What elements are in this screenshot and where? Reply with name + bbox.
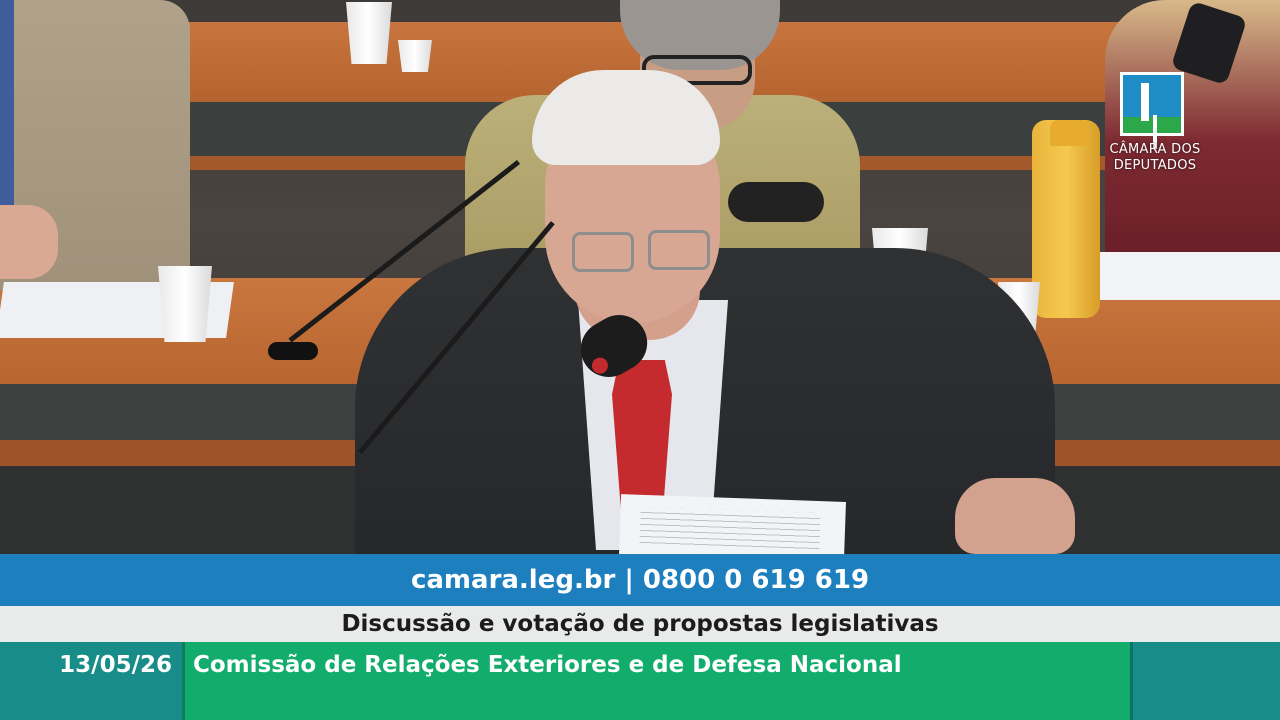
camara-logo-icon: [1120, 72, 1184, 136]
water-bottle: [1032, 120, 1100, 318]
cup: [158, 266, 212, 342]
committee-text: Comissão de Relações Exteriores e de Def…: [193, 652, 902, 678]
video-frame: CÂMARA DOS DEPUTADOS: [0, 0, 1280, 554]
camara-logo: CÂMARA DOS DEPUTADOS: [1100, 72, 1210, 182]
speaker-hair: [532, 70, 720, 165]
speech-paper-text: [639, 506, 821, 554]
contact-bar: camara.leg.br | 0800 0 619 619: [0, 554, 1280, 606]
logo-line-2: DEPUTADOS: [1113, 158, 1197, 173]
cup: [346, 2, 392, 64]
left-person-hand: [0, 205, 58, 279]
cup: [398, 40, 432, 72]
papers: [1100, 252, 1280, 300]
committee-box: Comissão de Relações Exteriores e de Def…: [182, 642, 1130, 720]
contact-text: camara.leg.br | 0800 0 619 619: [410, 565, 870, 595]
speaker-glasses: [648, 230, 710, 270]
topic-bar: Discussão e votação de propostas legisla…: [0, 606, 1280, 642]
date-text: 13/05/26: [59, 652, 172, 678]
logo-line-1: CÂMARA DOS: [1109, 142, 1201, 157]
camara-logo-text: CÂMARA DOS DEPUTADOS: [1100, 142, 1210, 174]
topic-text: Discussão e votação de propostas legisla…: [341, 611, 939, 637]
speaker-glasses: [572, 232, 634, 272]
date-box: 13/05/26: [0, 642, 182, 720]
bottom-right-box: [1130, 642, 1280, 720]
microphone: [728, 182, 824, 222]
speaker-hand: [955, 478, 1075, 554]
left-person-shirt: [0, 0, 14, 210]
water-bottle-cap: [1050, 120, 1088, 146]
mic-base: [268, 342, 318, 360]
